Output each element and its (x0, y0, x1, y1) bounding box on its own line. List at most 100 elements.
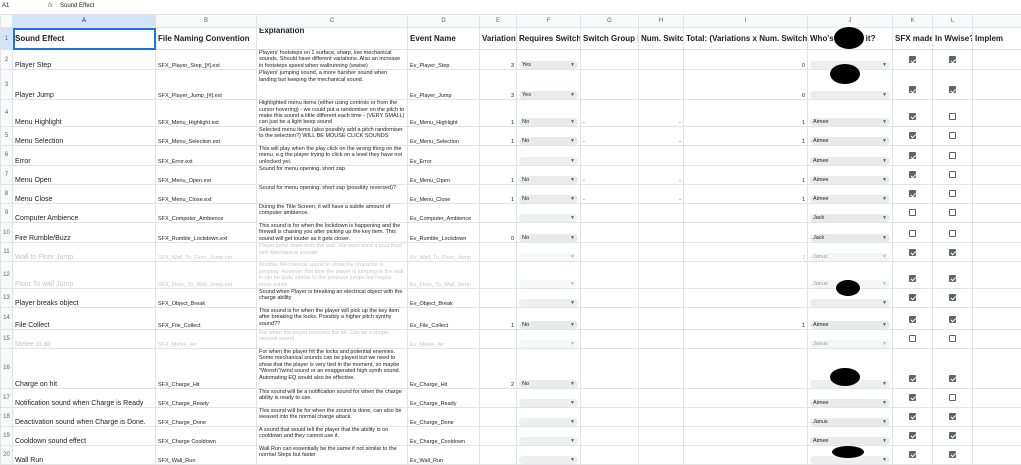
cell-sfx[interactable] (893, 445, 933, 464)
checkbox-icon[interactable] (909, 316, 916, 323)
cell-sfx[interactable] (893, 185, 933, 204)
column-header-i[interactable]: I (684, 15, 808, 28)
cell-file[interactable]: SFX_File_Collect (156, 307, 257, 329)
column-header-h[interactable]: H (639, 15, 684, 28)
cell-impl[interactable] (973, 407, 1021, 426)
cell-file[interactable]: SFX_Charge_Done (156, 407, 257, 426)
cell-total[interactable] (684, 288, 808, 307)
requires-switch-dropdown[interactable]: ▼ (519, 456, 578, 464)
row-number[interactable]: 19 (1, 426, 13, 445)
cell-who[interactable]: Janus▼ (808, 407, 893, 426)
cell-explanation[interactable]: For when the player hit the locks and po… (257, 348, 408, 388)
requires-switch-dropdown[interactable]: No▼ (519, 234, 578, 242)
cell-who[interactable]: Janus▼ (808, 243, 893, 262)
cell-impl[interactable] (973, 262, 1021, 289)
cell-who[interactable]: Aimee▼ (808, 166, 893, 185)
cell-wwise[interactable] (933, 185, 973, 204)
cell-event[interactable]: Ev_Rumble_Lockdown (408, 223, 480, 243)
cell-num-switches[interactable] (639, 145, 684, 165)
cell-file[interactable]: SFX_Menu_Selection.ext (156, 126, 257, 145)
cell-sound-effect[interactable]: Menu Open (13, 166, 156, 185)
requires-switch-dropdown[interactable]: No▼ (519, 380, 578, 388)
cell-file[interactable]: SFX_Melee_Air (156, 329, 257, 348)
cell-wwise[interactable] (933, 407, 973, 426)
cell-switch[interactable]: No▼ (517, 100, 581, 127)
cell-event[interactable]: Ev_Charge_Done (408, 407, 480, 426)
cell-switch[interactable]: ▼ (517, 262, 581, 289)
cell-impl[interactable] (973, 126, 1021, 145)
cell-total[interactable] (684, 262, 808, 289)
row-number[interactable]: 7 (1, 166, 13, 185)
cell-group[interactable] (581, 204, 639, 223)
maker-dropdown[interactable]: Janus▼ (810, 418, 890, 426)
maker-dropdown[interactable]: Aimee▼ (810, 399, 890, 407)
cell-file[interactable]: SFX_Player_Step_[#].ext (156, 50, 257, 70)
cell-sound-effect[interactable]: Deactivation sound when Charge is Done. (13, 407, 156, 426)
cell-event[interactable]: Ev_Menu_Selection (408, 126, 480, 145)
cell-sound-effect[interactable]: Menu Close (13, 185, 156, 204)
cell-variations[interactable]: 1 (480, 307, 517, 329)
cell-group[interactable]: - (581, 126, 639, 145)
cell-switch[interactable]: No▼ (517, 185, 581, 204)
cell-event[interactable]: Ev_Player_Step (408, 50, 480, 70)
checkbox-icon[interactable] (949, 432, 956, 439)
column-header-f[interactable]: F (517, 15, 581, 28)
row-number[interactable]: 2 (1, 50, 13, 70)
cell-impl[interactable] (973, 70, 1021, 100)
cell-variations[interactable]: 1 (480, 166, 517, 185)
row-number[interactable]: 17 (1, 388, 13, 407)
cell-variations[interactable] (480, 145, 517, 165)
checkbox-icon[interactable] (909, 132, 916, 139)
cell-variations[interactable] (480, 288, 517, 307)
requires-switch-dropdown[interactable]: ▼ (519, 157, 578, 165)
cell-total[interactable]: 1 (684, 166, 808, 185)
cell-explanation[interactable]: This will play when the play click on th… (257, 145, 408, 165)
checkbox-icon[interactable] (949, 152, 956, 159)
row-number[interactable]: 9 (1, 204, 13, 223)
row-number[interactable]: 6 (1, 145, 13, 165)
cell-num-switches[interactable]: - (639, 166, 684, 185)
requires-switch-dropdown[interactable]: No▼ (519, 137, 578, 145)
cell-sound-effect[interactable]: Player Step (13, 50, 156, 70)
cell-total[interactable]: 0 (684, 50, 808, 70)
cell-file[interactable]: SFX_Charge_Hit (156, 348, 257, 388)
cell-file[interactable]: SFX_Menu_Open.ext (156, 166, 257, 185)
cell-explanation[interactable]: Highlighted menu items (either using con… (257, 100, 408, 127)
checkbox-icon[interactable] (909, 249, 916, 256)
cell-total[interactable]: 2 (684, 243, 808, 262)
cell-who[interactable]: Aimee▼ (808, 145, 893, 165)
header-cell[interactable]: File Naming Convention (156, 28, 257, 50)
cell-total[interactable] (684, 204, 808, 223)
checkbox-icon[interactable] (909, 451, 916, 458)
cell-total[interactable] (684, 329, 808, 348)
cell-group[interactable] (581, 223, 639, 243)
cell-who[interactable]: Aimee▼ (808, 185, 893, 204)
cell-total[interactable]: 0 (684, 70, 808, 100)
cell-num-switches[interactable] (639, 204, 684, 223)
row-number[interactable]: 4 (1, 100, 13, 127)
cell-total[interactable] (684, 388, 808, 407)
maker-dropdown[interactable]: Aimee▼ (810, 437, 890, 445)
cell-event[interactable]: Ev_Wall_To_Floor_Jump (408, 243, 480, 262)
requires-switch-dropdown[interactable]: Yes▼ (519, 61, 578, 69)
cell-sfx[interactable] (893, 145, 933, 165)
checkbox-icon[interactable] (949, 230, 956, 237)
cell-switch[interactable]: ▼ (517, 145, 581, 165)
select-all-corner[interactable] (1, 15, 13, 28)
cell-total[interactable] (684, 426, 808, 445)
row-number[interactable]: 15 (1, 329, 13, 348)
cell-event[interactable]: Ev_Charge_Cooldown (408, 426, 480, 445)
checkbox-icon[interactable] (909, 230, 916, 237)
cell-num-switches[interactable] (639, 407, 684, 426)
cell-sfx[interactable] (893, 50, 933, 70)
cell-who[interactable]: Aimee▼ (808, 307, 893, 329)
row-number[interactable]: 18 (1, 407, 13, 426)
checkbox-icon[interactable] (909, 86, 916, 93)
column-header-l[interactable]: L (933, 15, 973, 28)
cell-sfx[interactable] (893, 223, 933, 243)
cell-sound-effect[interactable]: Player Jump (13, 70, 156, 100)
cell-file[interactable]: SFX_Charge_Ready (156, 388, 257, 407)
requires-switch-dropdown[interactable]: ▼ (519, 437, 578, 445)
checkbox-icon[interactable] (949, 132, 956, 139)
row-number[interactable]: 13 (1, 288, 13, 307)
